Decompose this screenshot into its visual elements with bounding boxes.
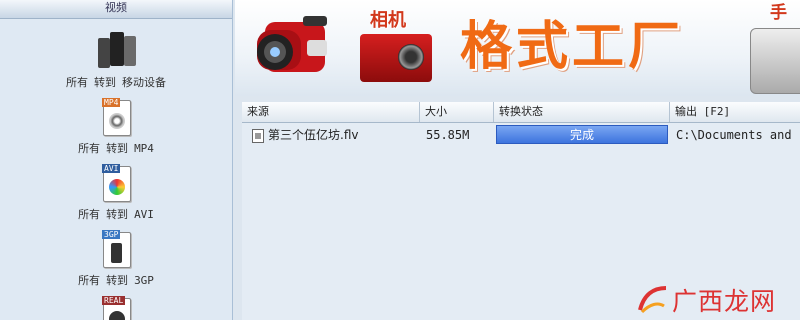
column-output[interactable]: 输出 [F2] (670, 102, 800, 122)
camcorder-icon (257, 16, 327, 72)
sidebar-item-word: 所有 (78, 142, 101, 155)
mp4-file-icon: MP4 (99, 96, 133, 136)
table-row[interactable]: 第三个伍亿坊.flv 55.85M 完成 C:\Documents and (242, 124, 800, 146)
sidebar-header-label: 视频 (105, 1, 127, 14)
sidebar-item-word: 转到 (106, 274, 129, 287)
mobile-device-icon (96, 30, 136, 70)
sidebar-item-word: AVI (134, 208, 154, 221)
app-title: 格式工厂 (460, 17, 685, 77)
sidebar-item-real[interactable]: REAL (0, 294, 232, 320)
sidebar-item-word: 转到 (106, 142, 129, 155)
phone-icon (750, 28, 800, 94)
avi-file-icon: AVI (99, 162, 133, 202)
sidebar-item-mp4[interactable]: MP4 所有 转到 MP4 (0, 96, 232, 156)
real-file-icon: REAL (99, 294, 133, 320)
sidebar-item-word: 转到 (94, 76, 116, 89)
sidebar-item-word: 3GP (134, 274, 154, 287)
sidebar-item-3gp[interactable]: 3GP 所有 转到 3GP (0, 228, 232, 288)
sidebar-item-avi[interactable]: AVI 所有 转到 AVI (0, 162, 232, 222)
3gp-file-icon: 3GP (99, 228, 133, 268)
column-source[interactable]: 来源 (242, 102, 420, 122)
file-tag: REAL (102, 296, 126, 305)
watermark-logo-icon (638, 286, 667, 314)
sidebar-item-word: 所有 (78, 208, 101, 221)
column-size[interactable]: 大小 (420, 102, 494, 122)
watermark: 广西龙网 (636, 282, 796, 316)
sidebar-item-mobile[interactable]: 所有 转到 移动设备 (0, 30, 232, 90)
banner: 相机 格式工厂 手机 (235, 0, 800, 96)
sidebar-item-word: 移动设备 (122, 76, 166, 89)
column-status[interactable]: 转换状态 (494, 102, 670, 122)
camera-label: 相机 (370, 10, 406, 31)
sidebar-header[interactable]: 视频 (0, 0, 232, 19)
row-source: 第三个伍亿坊.flv (268, 128, 359, 142)
sidebar-item-word: 转到 (106, 208, 129, 221)
photo-camera-icon (360, 34, 432, 82)
file-icon (252, 128, 264, 143)
watermark-text: 广西龙网 (672, 287, 777, 316)
sidebar-item-word: 所有 (78, 274, 101, 287)
file-tag: 3GP (102, 230, 121, 239)
sidebar-item-word: 所有 (66, 76, 88, 89)
row-output: C:\Documents and (676, 128, 792, 142)
status-badge: 完成 (496, 125, 668, 144)
table-header: 来源 大小 转换状态 输出 [F2] (242, 102, 800, 123)
row-size: 55.85M (426, 128, 470, 142)
file-tag: AVI (102, 164, 121, 173)
file-tag: MP4 (102, 98, 121, 107)
sidebar-item-word: MP4 (134, 142, 154, 155)
sidebar-panel: 视频 所有 转到 移动设备 MP4 所有 转到 MP4 AVI 所有 转到 AVI 3GP (0, 0, 233, 320)
